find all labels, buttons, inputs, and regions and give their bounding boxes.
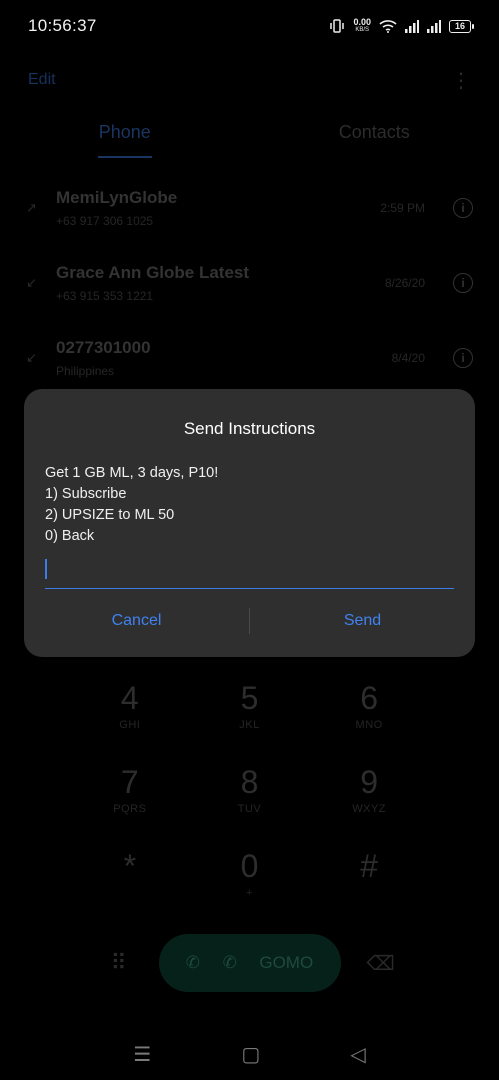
call-name: Grace Ann Globe Latest bbox=[56, 263, 250, 282]
tab-phone[interactable]: Phone bbox=[0, 110, 250, 158]
signal-icon-2 bbox=[427, 19, 441, 33]
status-icons: 0.00 KB/S 16 bbox=[329, 17, 474, 34]
call-location: Philippines bbox=[56, 364, 115, 378]
carrier-label: GOMO bbox=[259, 953, 314, 972]
tab-contacts[interactable]: Contacts bbox=[250, 110, 499, 158]
back-icon[interactable]: ◁ bbox=[350, 1042, 365, 1067]
network-speed: 0.00 KB/S bbox=[353, 17, 371, 34]
battery-icon: 16 bbox=[449, 19, 474, 33]
cancel-button[interactable]: Cancel bbox=[24, 612, 249, 630]
dialer-topbar: Edit ⋮ bbox=[0, 56, 499, 104]
dialog-title: Send Instructions bbox=[183, 419, 316, 438]
call-name: MemiLynGlobe bbox=[56, 188, 178, 207]
call-time: 2:59 PM bbox=[380, 201, 425, 215]
dialer-actions: ⠿ ✆ ✆ GOMO ⌫ bbox=[0, 932, 499, 994]
more-options-icon[interactable]: ⋮ bbox=[451, 68, 471, 93]
call-name: 0277301000 bbox=[56, 338, 151, 357]
call-log-row[interactable]: ↗ MemiLynGlobe +63 917 306 1025 2:59 PM … bbox=[0, 172, 499, 244]
reply-input[interactable] bbox=[45, 555, 454, 589]
call-log-row[interactable]: ↙ 0277301000 Philippines 8/4/20 i bbox=[0, 322, 499, 394]
info-icon[interactable]: i bbox=[453, 273, 473, 293]
incoming-call-icon: ↙ bbox=[26, 275, 37, 290]
signal-icon bbox=[405, 19, 419, 33]
key-4[interactable]: 4 GHI bbox=[90, 680, 170, 764]
incoming-call-icon: ↙ bbox=[26, 350, 37, 365]
edit-link[interactable]: Edit bbox=[28, 71, 56, 89]
dialog-buttons: Cancel Send bbox=[24, 603, 475, 639]
call-log-row[interactable]: ↙ Grace Ann Globe Latest +63 915 353 122… bbox=[0, 247, 499, 319]
vibrate-icon bbox=[330, 19, 345, 33]
outgoing-call-icon: ↗ bbox=[26, 200, 37, 215]
send-button[interactable]: Send bbox=[250, 612, 475, 630]
call-time: 8/4/20 bbox=[391, 351, 425, 365]
wifi-icon bbox=[379, 20, 397, 33]
message-line: 1) Subscribe bbox=[45, 486, 127, 502]
dialog-message: Get 1 GB ML, 3 days, P10! 1) Subscribe 2… bbox=[45, 463, 454, 547]
system-navbar: ☰ ▢ ◁ bbox=[0, 1030, 499, 1078]
message-line: 0) Back bbox=[45, 528, 95, 544]
sim1-call-icon: ✆ bbox=[185, 953, 201, 972]
key-hash[interactable]: # bbox=[329, 848, 409, 932]
info-icon[interactable]: i bbox=[453, 198, 473, 218]
ussd-dialog: Send Instructions Get 1 GB ML, 3 days, P… bbox=[24, 389, 475, 657]
call-number: +63 915 353 1221 bbox=[56, 289, 154, 303]
info-icon[interactable]: i bbox=[453, 348, 473, 368]
call-number: +63 917 306 1025 bbox=[56, 214, 154, 228]
dialpad-toggle-icon[interactable]: ⠿ bbox=[99, 950, 139, 976]
text-cursor bbox=[45, 559, 47, 579]
status-bar: 10:56:37 0.00 KB/S 16 bbox=[0, 0, 499, 52]
call-time: 8/26/20 bbox=[384, 276, 425, 290]
sim2-call-icon: ✆ bbox=[222, 953, 237, 972]
key-star[interactable]: * bbox=[90, 848, 170, 932]
recents-icon[interactable]: ☰ bbox=[133, 1042, 151, 1067]
home-icon[interactable]: ▢ bbox=[241, 1042, 260, 1067]
message-line: 2) UPSIZE to ML 50 bbox=[45, 507, 175, 523]
status-time: 10:56:37 bbox=[28, 16, 97, 35]
message-line: Get 1 GB ML, 3 days, P10! bbox=[45, 465, 219, 481]
key-7[interactable]: 7 PQRS bbox=[90, 764, 170, 848]
key-5[interactable]: 5 JKL bbox=[209, 680, 289, 764]
dialer-tabs: Phone Contacts bbox=[0, 110, 499, 158]
dialpad: 4 GHI 5 JKL 6 MNO 7 PQRS 8 TUV 9 WXYZ * 0 + # bbox=[0, 680, 499, 932]
key-0[interactable]: 0 + bbox=[209, 848, 289, 932]
key-9[interactable]: 9 WXYZ bbox=[329, 764, 409, 848]
key-6[interactable]: 6 MNO bbox=[329, 680, 409, 764]
call-button[interactable]: ✆ ✆ GOMO bbox=[158, 934, 341, 992]
backspace-icon[interactable]: ⌫ bbox=[361, 951, 401, 976]
key-8[interactable]: 8 TUV bbox=[209, 764, 289, 848]
